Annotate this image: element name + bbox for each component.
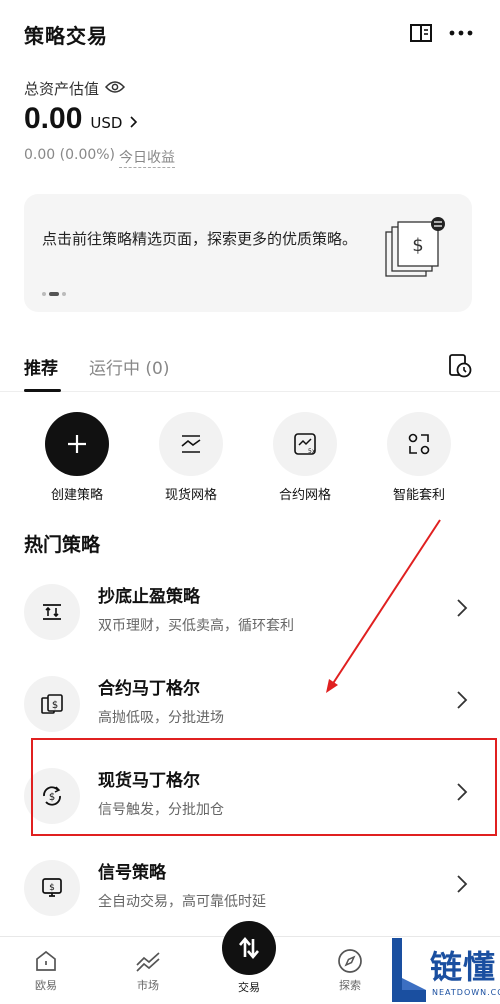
currency-label: USD [90, 114, 123, 132]
hot-strategies-title: 热门策略 [24, 534, 101, 556]
chevron-right-icon [130, 113, 138, 132]
total-assets-text: 总资产估值 [24, 80, 100, 98]
active-tab-indicator [24, 389, 61, 392]
promo-text: 点击前往策略精选页面，探索更多的优质策略。 [42, 230, 358, 248]
compass-icon [336, 947, 364, 975]
nav-label: 探索 [339, 979, 361, 992]
spot-grid-label: 现货网格 [164, 488, 217, 503]
futures-grid-label: 合约网格 [278, 488, 331, 503]
nav-item-explore[interactable]: 探索 [320, 947, 380, 993]
tab-running[interactable]: 运行中 (0) [89, 354, 169, 379]
pnl-row: 0.00 (0.00%) 今日收益 [24, 147, 176, 168]
strategy-tabs: 推荐 运行中 (0) [0, 340, 500, 392]
swap-bars-icon [24, 584, 80, 640]
plus-icon [45, 412, 109, 476]
history-icon[interactable] [446, 352, 474, 380]
trade-button[interactable] [222, 921, 276, 975]
trade-arrows-icon [239, 936, 259, 960]
strategy-name: 合约马丁格尔 [98, 679, 200, 699]
arbitrage-icon [387, 412, 451, 476]
total-amount: 0.00 [24, 102, 83, 135]
svg-text:$: $ [49, 883, 55, 893]
chevron-right-icon [456, 598, 470, 618]
dollar-monitor-icon: $ [24, 860, 80, 916]
chevron-right-icon [456, 690, 470, 710]
grid-chart-icon [159, 412, 223, 476]
nav-label: 欧易 [35, 979, 57, 992]
spot-grid-button[interactable]: 现货网格 [146, 412, 236, 503]
total-assets-label: 总资产估值 [24, 78, 126, 99]
watermark-logo: 链懂 NEATDOWN.COM [386, 938, 500, 1004]
smart-arbitrage-button[interactable]: 智能套利 [374, 412, 464, 503]
strategy-desc: 全自动交易，高可靠低时延 [98, 894, 266, 910]
strategy-desc: 高抛低吸，分批进场 [98, 710, 224, 726]
nav-item-market[interactable]: 市场 [118, 947, 178, 993]
page-title: 策略交易 [24, 24, 108, 48]
market-chart-icon [134, 947, 162, 975]
watermark-brand: 链懂 [430, 948, 497, 986]
strategy-desc: 双币理财，买低卖高，循环套利 [98, 618, 294, 634]
nav-label: 市场 [137, 979, 159, 992]
svg-text:$: $ [412, 235, 423, 256]
dollar-cards-illustration-icon: $ [382, 216, 450, 284]
pnl-value: 0.00 (0.00%) [24, 147, 116, 163]
strategy-name: 抄底止盈策略 [98, 587, 200, 607]
create-strategy-label: 创建策略 [50, 488, 103, 503]
dollar-cards-icon: $ [24, 676, 80, 732]
futures-grid-icon: 5x [273, 412, 337, 476]
strategy-item-bottom-fishing[interactable]: 抄底止盈策略 双币理财，买低卖高，循环套利 [0, 572, 500, 662]
nav-label-trade: 交易 [238, 981, 260, 994]
chevron-right-icon [456, 874, 470, 894]
book-icon[interactable] [406, 18, 436, 48]
amount-row[interactable]: 0.00 USD [24, 102, 138, 136]
more-icon[interactable] [446, 18, 476, 48]
quick-actions: 创建策略 现货网格 5x 合约网格 智能套利 [0, 412, 500, 512]
nav-item-home[interactable]: 欧易 [16, 947, 76, 993]
svg-text:5x: 5x [308, 448, 316, 455]
header: 策略交易 [0, 0, 500, 70]
create-strategy-button[interactable]: 创建策略 [32, 412, 122, 503]
smart-arbitrage-label: 智能套利 [392, 488, 445, 503]
highlight-box [31, 738, 497, 836]
strategy-name: 信号策略 [98, 863, 166, 883]
eye-icon[interactable] [105, 80, 126, 98]
svg-text:$: $ [52, 700, 58, 711]
promo-banner[interactable]: 点击前往策略精选页面，探索更多的优质策略。 $ [24, 194, 472, 312]
tab-recommended[interactable]: 推荐 [24, 354, 58, 379]
home-icon [32, 947, 60, 975]
carousel-dots [42, 292, 66, 296]
futures-grid-button[interactable]: 5x 合约网格 [260, 412, 350, 503]
today-pnl-link[interactable]: 今日收益 [119, 147, 176, 168]
watermark-sub: NEATDOWN.COM [432, 988, 500, 997]
